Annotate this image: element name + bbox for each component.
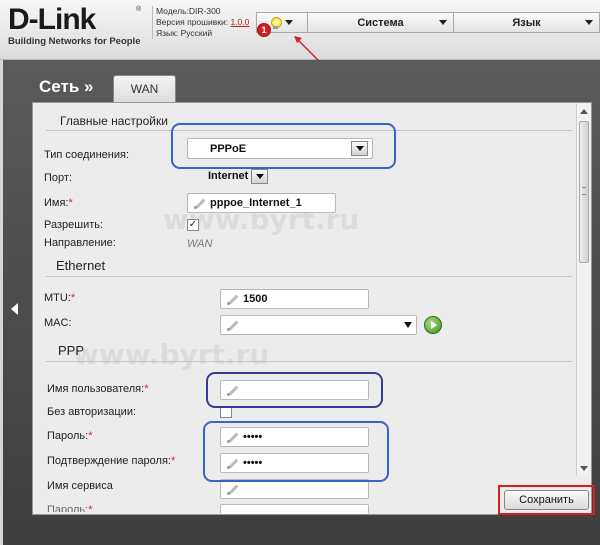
logo-tagline: Building Networks for People [8, 36, 141, 47]
dlink-logo: D-Link ® Building Networks for People [8, 3, 142, 48]
connection-type-label: Тип соединения: [44, 149, 129, 161]
port-select[interactable]: Internet [187, 167, 273, 185]
mtu-label: MTU:* [44, 292, 76, 304]
device-info: Модель:DIR-300 Версия прошивки: 1.0.0 Яз… [152, 6, 249, 39]
chevron-down-icon [585, 20, 593, 25]
section-ppp: PPP [58, 343, 85, 358]
password-value: ••••• [243, 431, 263, 443]
service-name-label: Имя сервиса [47, 480, 113, 492]
pencil-icon [194, 197, 206, 209]
name-value: pppoe_Internet_1 [210, 197, 302, 209]
password-confirm-value: ••••• [243, 457, 263, 469]
name-label: Имя:* [44, 197, 73, 209]
logo-registered-mark: ® [136, 6, 142, 13]
password-confirm-label: Подтверждение пароля:* [47, 455, 176, 467]
tab-wan[interactable]: WAN [113, 75, 176, 102]
name-input[interactable]: pppoe_Internet_1 [187, 193, 336, 213]
dropdown-arrow-icon [251, 168, 269, 184]
connection-type-value: PPPoE [210, 142, 247, 155]
menu-system[interactable]: Система [308, 13, 454, 32]
section-divider [46, 130, 572, 131]
menu-language[interactable]: Язык [454, 13, 599, 32]
username-label: Имя пользователя:* [47, 383, 149, 395]
password-confirm-input[interactable]: ••••• [220, 453, 369, 473]
back-arrow-icon[interactable] [11, 303, 18, 315]
partial-row-label: Пароль:* [47, 504, 93, 512]
pencil-icon [227, 483, 239, 495]
connection-type-select[interactable]: PPPoE [187, 138, 373, 159]
mtu-value: 1500 [243, 293, 268, 305]
section-divider [46, 361, 572, 362]
arrow-right-icon [431, 321, 437, 329]
chevron-down-icon [285, 20, 293, 25]
pencil-icon [227, 457, 239, 469]
mac-label: MAC: [44, 317, 72, 329]
logo-text: D-Link [8, 3, 96, 36]
no-auth-checkbox[interactable] [220, 406, 232, 418]
service-name-input[interactable] [220, 479, 369, 499]
scroll-thumb[interactable] [579, 121, 589, 263]
scroll-up-icon[interactable] [580, 109, 588, 114]
port-value: Internet [208, 170, 249, 182]
direction-label: Направление: [44, 237, 116, 249]
password-label: Пароль:* [47, 430, 93, 442]
mtu-input[interactable]: 1500 [220, 289, 369, 309]
language-line: Язык: Русский [156, 28, 213, 38]
firmware-version-link[interactable]: 1.0.0 [230, 17, 249, 27]
model-line: Модель:DIR-300 [156, 6, 221, 16]
section-main-settings: Главные настройки [60, 114, 168, 128]
partial-row-input[interactable] [220, 504, 369, 514]
chevron-down-icon [439, 20, 447, 25]
scroll-down-icon[interactable] [580, 466, 588, 471]
section-ethernet: Ethernet [56, 258, 106, 273]
save-button[interactable]: Сохранить [504, 490, 589, 510]
direction-value: WAN [187, 238, 213, 250]
pencil-icon [227, 431, 239, 443]
username-input[interactable] [220, 380, 369, 400]
enable-label: Разрешить: [44, 219, 104, 231]
dropdown-arrow-icon [351, 141, 368, 156]
port-label: Порт: [44, 172, 72, 184]
header-bar: D-Link ® Building Networks for People Мо… [0, 0, 600, 60]
watermark: www.byrt.ru [73, 338, 270, 371]
dropdown-arrow-icon [404, 322, 412, 328]
pencil-icon [227, 293, 239, 305]
save-highlight: Сохранить [498, 485, 595, 515]
lightbulb-icon [271, 16, 282, 29]
no-auth-label: Без авторизации: [47, 406, 137, 418]
annotation-badge: 1 [257, 23, 271, 37]
pencil-icon [227, 384, 239, 396]
password-input[interactable]: ••••• [220, 427, 369, 447]
panel-scrollbar[interactable] [576, 104, 590, 476]
section-divider [46, 276, 572, 277]
firmware-line: Версия прошивки: 1.0.0 [156, 17, 250, 27]
top-menu-bar: Система Язык [256, 12, 600, 33]
page-title: Сеть » [39, 77, 94, 96]
pencil-icon [227, 319, 239, 331]
mac-select[interactable] [220, 315, 417, 335]
mac-clone-button[interactable] [424, 316, 442, 334]
enable-checkbox[interactable]: ✓ [187, 219, 199, 231]
